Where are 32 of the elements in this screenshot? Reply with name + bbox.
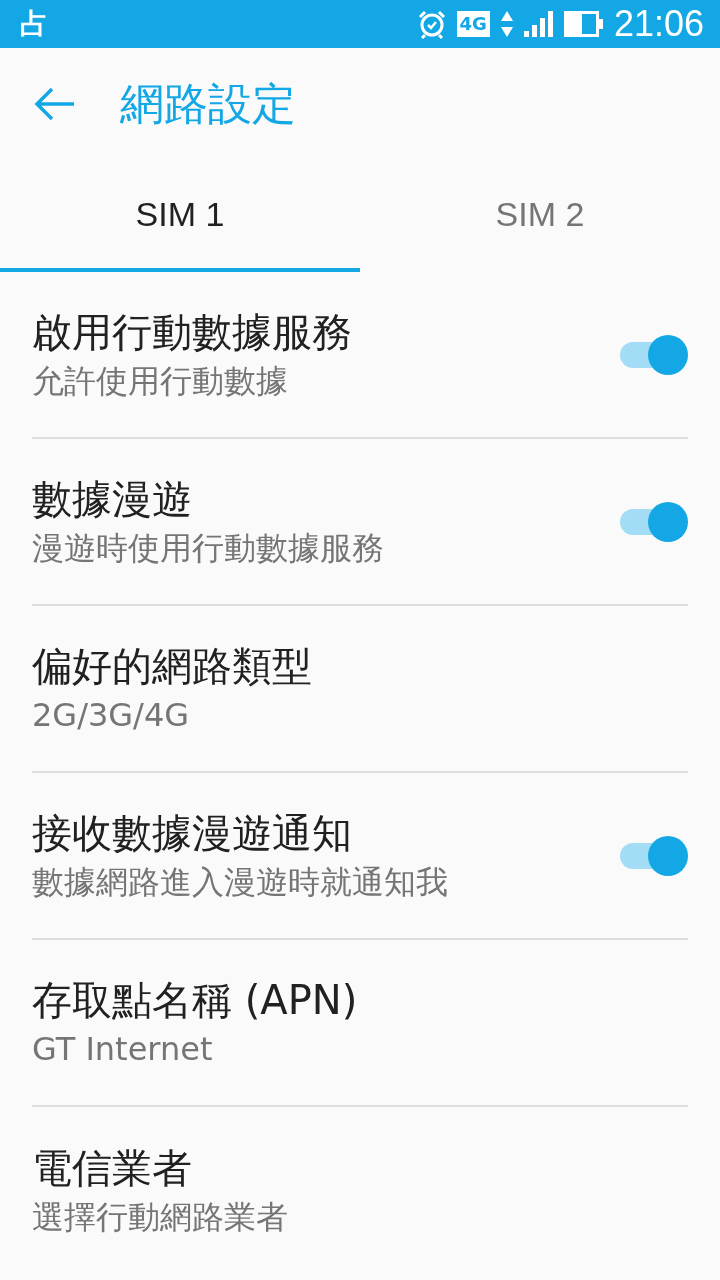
signal-icon bbox=[523, 11, 554, 37]
setting-row[interactable]: 啟用行動數據服務 允許使用行動數據 bbox=[32, 272, 688, 439]
alarm-icon bbox=[416, 9, 447, 39]
setting-row[interactable]: 偏好的網路類型 2G/3G/4G bbox=[32, 606, 688, 773]
toggle-switch[interactable] bbox=[618, 501, 688, 542]
setting-summary: 允許使用行動數據 bbox=[32, 362, 289, 401]
setting-row[interactable]: 數據漫遊 漫遊時使用行動數據服務 bbox=[32, 439, 688, 606]
back-arrow-icon[interactable] bbox=[34, 87, 76, 121]
setting-summary: 漫遊時使用行動數據服務 bbox=[32, 529, 384, 568]
toggle-switch[interactable] bbox=[618, 835, 688, 876]
sim-tab[interactable]: SIM 2 bbox=[360, 160, 720, 272]
setting-row[interactable]: 存取點名稱 (APN) GT Internet bbox=[32, 940, 688, 1107]
setting-summary: GT Internet bbox=[32, 1030, 214, 1069]
setting-summary: 選擇行動網路業者 bbox=[32, 1198, 288, 1237]
sim-tab[interactable]: SIM 1 bbox=[0, 160, 360, 272]
setting-title: 偏好的網路類型 bbox=[32, 642, 312, 691]
battery-icon bbox=[563, 11, 604, 37]
setting-title: 存取點名稱 (APN) bbox=[32, 976, 358, 1025]
setting-title: 電信業者 bbox=[32, 1144, 193, 1193]
setting-row[interactable]: 電信業者 選擇行動網路業者 bbox=[32, 1107, 688, 1274]
setting-summary: 數據網路進入漫遊時就通知我 bbox=[32, 863, 448, 902]
setting-title: 接收數據漫遊通知 bbox=[32, 809, 353, 858]
setting-summary: 2G/3G/4G bbox=[32, 696, 191, 735]
setting-row[interactable]: 接收數據漫遊通知 數據網路進入漫遊時就通知我 bbox=[32, 773, 688, 940]
notification-icon: 占 bbox=[20, 5, 48, 43]
setting-title: 啟用行動數據服務 bbox=[32, 308, 352, 357]
page-title: 網路設定 bbox=[120, 76, 296, 131]
network-type-icon: 4G bbox=[456, 11, 490, 37]
toggle-switch[interactable] bbox=[618, 334, 688, 375]
clock-time: 21:06 bbox=[613, 3, 704, 45]
setting-title: 數據漫遊 bbox=[32, 475, 193, 524]
data-arrows-icon bbox=[499, 9, 514, 39]
